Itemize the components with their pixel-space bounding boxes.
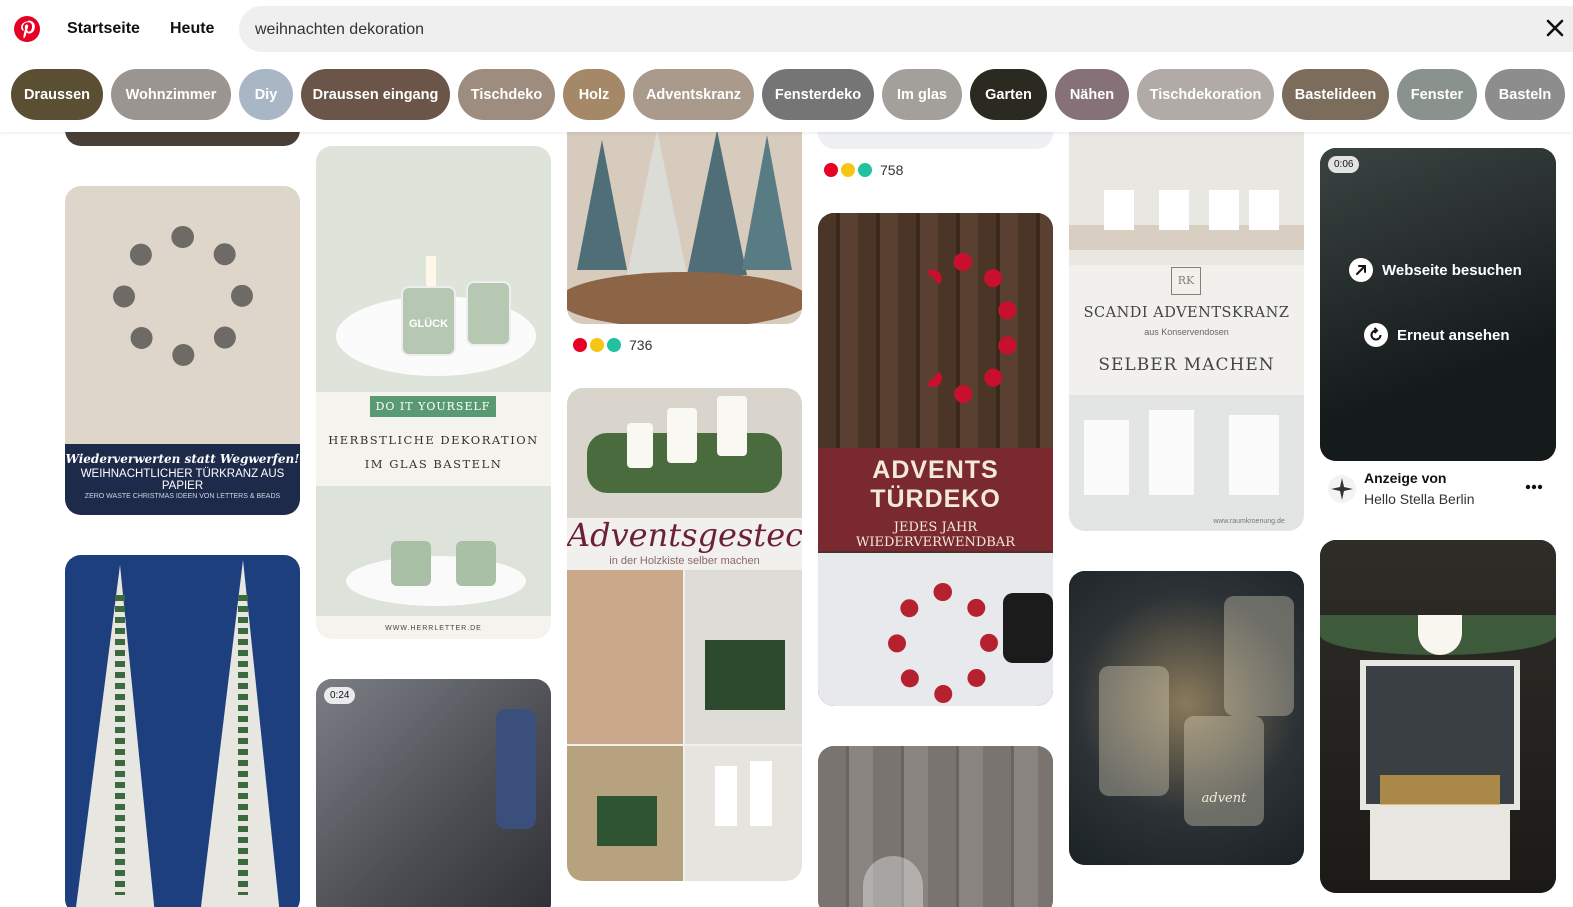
pin-video[interactable]: 0:24 [316, 679, 551, 907]
pin-subtitle: ZERO WASTE CHRISTMAS IDEEN VON LETTERS &… [84, 493, 281, 500]
video-duration: 0:24 [324, 687, 356, 704]
wood-trees-image [76, 560, 280, 907]
replay-label: Erneut ansehen [1397, 326, 1510, 344]
star-reaction-icon [858, 163, 872, 177]
chip[interactable]: Nähen [1055, 69, 1129, 120]
search-input[interactable]: weihnachten dekoration [255, 21, 424, 39]
tin-cans-image [1069, 395, 1304, 531]
chip[interactable]: Draussen [11, 69, 103, 120]
chip[interactable]: Basteln [1485, 69, 1565, 120]
close-icon[interactable] [1545, 18, 1565, 38]
smile-reaction-icon [590, 338, 604, 352]
ad-info: Anzeige von Hello Stella Berlin [1327, 470, 1557, 510]
star-reaction-icon [607, 338, 621, 352]
door-wreath-image [818, 553, 1053, 706]
chip[interactable]: Diy [239, 69, 293, 120]
step-image [685, 746, 802, 881]
arrow-up-right-icon [1349, 258, 1373, 282]
pin-scandi-adventskranz[interactable]: RK SCANDI ADVENTSKRANZ aus Konservendose… [1069, 110, 1304, 531]
pin-glass-candles[interactable]: GLÜCK DO IT YOURSELF HERBSTLICHE DEKORAT… [316, 146, 551, 639]
reaction-bar[interactable]: 736 [573, 337, 652, 353]
star-wreath-image [113, 226, 253, 366]
tin-cans-image [1069, 110, 1304, 265]
reaction-count: 758 [880, 162, 904, 178]
visit-website-label: Webseite besuchen [1382, 261, 1522, 279]
advertiser-avatar-icon[interactable] [1327, 474, 1357, 504]
candle-jars-image: GLÜCK [316, 146, 551, 392]
video-duration: 0:06 [1328, 156, 1360, 173]
pin-kitchen-window[interactable] [1320, 540, 1556, 893]
pin-ad-video[interactable]: 0:06 Webseite besuchen Erneut ansehen [1320, 148, 1556, 461]
pin-title: Adventsgesteck [567, 516, 802, 554]
reaction-count: 736 [629, 337, 653, 353]
wood-background-image [818, 213, 1053, 448]
chip[interactable]: Bastelideen [1282, 69, 1389, 120]
heart-reaction-icon [573, 338, 587, 352]
nav-home-link[interactable]: Startseite [67, 20, 140, 38]
pin-adventsgesteck[interactable]: Adventsgesteck in der Holzkiste selber m… [567, 388, 802, 881]
pin-source: WWW.HERRLETTER.DE [385, 625, 482, 632]
chip[interactable]: Garten [970, 69, 1047, 120]
pin-title: IM GLAS BASTELN [364, 457, 503, 471]
chip[interactable]: Draussen eingang [301, 69, 450, 120]
arrangement-image [567, 388, 802, 518]
jar-label: GLÜCK [408, 318, 449, 330]
replay-button[interactable]: Erneut ansehen [1364, 323, 1510, 347]
chip[interactable]: Tischdekoration [1137, 69, 1274, 120]
pin-jar-lights[interactable]: advent [1069, 571, 1304, 865]
step-image [685, 570, 802, 744]
chip[interactable]: Wohnzimmer [111, 69, 231, 120]
step-image [567, 570, 683, 744]
pin-title: TÜRDEKO [870, 485, 1001, 513]
more-options-icon[interactable] [1525, 484, 1543, 490]
chip[interactable]: Tischdeko [458, 69, 555, 120]
pin-title: ADVENTS [872, 456, 999, 484]
pin-title: SELBER MACHEN [1098, 355, 1275, 375]
top-header: Startseite Heute weihnachten dekoration [0, 0, 1573, 60]
chip[interactable]: Fensterdeko [762, 69, 874, 120]
wood-background-image [818, 746, 1053, 907]
chip[interactable]: Adventskranz [633, 69, 754, 120]
pin-macrame-trees[interactable] [567, 110, 802, 324]
pin-caption-band: Wiederverwerten statt Wegwerfen! WEIHNAC… [65, 444, 300, 515]
pin-caption-band: ADVENTS TÜRDEKO JEDES JAHR WIEDERVERWEND… [818, 448, 1053, 551]
pin-title: SCANDI ADVENTSKRANZ [1083, 305, 1290, 321]
chip[interactable]: Fenster [1397, 69, 1477, 120]
ad-video-frame [1320, 148, 1556, 461]
replay-icon [1364, 323, 1388, 347]
pin-title: WEIHNACHTLICHER TÜRKRANZ AUS PAPIER [80, 468, 285, 492]
chip[interactable]: Im glas [882, 69, 962, 120]
macrame-trees-image [567, 130, 802, 324]
reaction-bar[interactable]: 758 [824, 162, 903, 178]
pin-subtitle: aus Konservendosen [1144, 327, 1229, 337]
suggestion-chips: Draussen Wohnzimmer Diy Draussen eingang… [0, 60, 1573, 132]
pin-subtitle: JEDES JAHR WIEDERVERWENDBAR [856, 520, 1015, 550]
pin-paper-wreath[interactable]: Wiederverwerten statt Wegwerfen! WEIHNAC… [65, 186, 300, 515]
jar-label: advent [1201, 791, 1247, 806]
pin-source: www.raumkroenung.de [1213, 518, 1285, 525]
pin-wood-trees[interactable] [65, 555, 300, 907]
smile-reaction-icon [841, 163, 855, 177]
pinterest-logo-icon[interactable] [14, 16, 40, 42]
pin-title: HERBSTLICHE DEKORATION [328, 433, 539, 447]
pin-subtitle: in der Holzkiste selber machen [609, 555, 760, 567]
pin-wood-glass[interactable] [818, 746, 1053, 907]
ad-by-label: Anzeige von [1364, 470, 1447, 486]
badge-text: DO IT YOURSELF [375, 400, 491, 413]
chip[interactable]: Holz [563, 69, 625, 120]
nav-today-link[interactable]: Heute [170, 20, 214, 38]
diy-badge: DO IT YOURSELF [370, 396, 496, 417]
brand-logo: RK [1171, 267, 1201, 295]
search-bar[interactable]: weihnachten dekoration [239, 6, 1573, 52]
candle-jars-image [316, 486, 551, 616]
step-image [567, 746, 683, 881]
heart-reaction-icon [824, 163, 838, 177]
pin-title: Wiederverwerten statt Wegwerfen! [65, 452, 300, 466]
visit-website-button[interactable]: Webseite besuchen [1349, 258, 1522, 282]
pin-advents-turdeko[interactable]: ADVENTS TÜRDEKO JEDES JAHR WIEDERVERWEND… [818, 213, 1053, 706]
advertiser-name[interactable]: Hello Stella Berlin [1364, 491, 1475, 507]
